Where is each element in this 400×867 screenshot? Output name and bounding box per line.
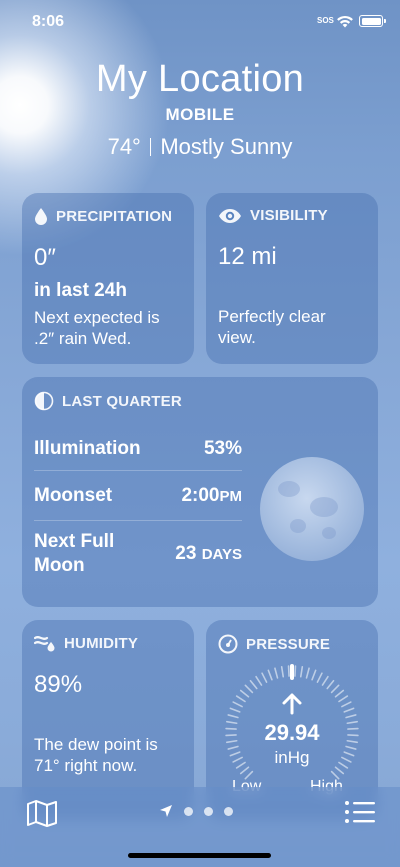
gauge-tick: [229, 707, 241, 713]
gauge-tick: [316, 672, 323, 683]
moon-details: Illumination 53% Moonset 2:00PM Next Ful…: [34, 427, 242, 587]
pressure-title: PRESSURE: [246, 635, 331, 653]
gauge-tick: [267, 669, 273, 681]
pressure-header: PRESSURE: [218, 634, 366, 654]
current-conditions: 74° Mostly Sunny: [0, 133, 400, 161]
visibility-distance: 12 mi: [218, 243, 277, 270]
location-title: My Location: [95, 58, 305, 100]
list-icon[interactable]: [344, 799, 376, 825]
moon-row-value: 23 DAYS: [175, 543, 242, 565]
gauge-tick: [239, 766, 250, 775]
days-suffix: DAYS: [201, 546, 242, 563]
gauge-tick: [311, 669, 317, 681]
moon-row-label: Moonset: [34, 484, 113, 506]
sos-indicator: SOS: [317, 16, 334, 25]
page-dot: [224, 806, 233, 816]
gauge-tick: [261, 672, 268, 683]
moon-phase-title: LAST QUARTER: [62, 392, 182, 410]
gauge-tick: [334, 689, 345, 698]
days-count: 23: [175, 543, 197, 564]
page-dot: [204, 806, 213, 816]
status-bar: 8:06 SOS: [0, 0, 400, 46]
gauge-tick: [326, 679, 335, 690]
moonset-time: 2:00: [181, 484, 220, 506]
bottom-toolbar: [0, 787, 400, 867]
moonset-suffix: PM: [219, 487, 243, 505]
eye-icon: [219, 208, 241, 223]
precipitation-title: PRECIPITATION: [56, 207, 173, 225]
battery-icon: [359, 15, 386, 27]
visibility-title: VISIBILITY: [250, 207, 328, 224]
current-temperature: 74°: [107, 134, 141, 159]
separator: [149, 138, 152, 156]
status-time: 8:06: [32, 13, 65, 30]
precipitation-period: in last 24h: [34, 280, 127, 301]
visibility-header: VISIBILITY: [218, 207, 366, 224]
gauge-tick: [345, 714, 357, 719]
gauge-tick: [235, 695, 246, 703]
gauge-tick: [287, 665, 290, 677]
humidity-icon: [34, 636, 55, 652]
gauge-tick: [341, 701, 352, 708]
gauge-tick: [299, 666, 304, 678]
precipitation-card[interactable]: PRECIPITATION 0″ in last 24h Next expect…: [22, 193, 194, 364]
gauge-tick: [321, 675, 329, 686]
arrow-up-icon: [282, 693, 302, 715]
humidity-title: HUMIDITY: [64, 634, 139, 652]
gauge-tick: [343, 707, 355, 713]
weather-header: My Location MOBILE 74° Mostly Sunny: [0, 56, 400, 161]
moon-header: LAST QUARTER: [34, 391, 366, 411]
gauge-tick: [330, 684, 340, 694]
gauge-tick: [249, 679, 258, 690]
visibility-note: Perfectly clear view.: [218, 307, 326, 347]
moon-row-label: Illumination: [34, 437, 141, 459]
moon-row-illumination: Illumination 53%: [34, 427, 242, 471]
gauge-tick: [280, 666, 285, 678]
visibility-card[interactable]: VISIBILITY 12 mi Perfectly clear view.: [206, 193, 378, 364]
gauge-tick: [294, 665, 297, 677]
page-dot: [184, 806, 193, 816]
gauge-icon: [218, 634, 238, 654]
city-name: MOBILE: [165, 105, 235, 124]
condition-text: Mostly Sunny: [160, 134, 293, 159]
gauge-tick: [338, 695, 349, 703]
map-icon[interactable]: [26, 799, 58, 827]
precipitation-amount: 0″: [34, 244, 56, 271]
gauge-tick: [305, 667, 310, 679]
moon-row-moonset: Moonset 2:00PM: [34, 471, 242, 521]
moon-row-label: Next Full Moon: [34, 531, 115, 576]
humidity-header: HUMIDITY: [34, 634, 182, 652]
gauge-tick: [227, 714, 239, 719]
gauge-tick: [255, 675, 263, 686]
moon-row-value: 2:00PM: [181, 485, 242, 507]
gauge-tick: [274, 667, 279, 679]
home-indicator[interactable]: [128, 853, 271, 858]
gauge-tick: [334, 766, 345, 775]
pressure-value: 29.94: [264, 720, 320, 745]
moon-row-value: 53%: [203, 437, 242, 459]
precipitation-header: PRECIPITATION: [34, 207, 182, 225]
pressure-unit: inHg: [274, 748, 310, 767]
gauge-tick: [239, 689, 250, 698]
page-indicator[interactable]: [159, 804, 233, 818]
humidity-note: The dew point is 71° right now.: [34, 735, 158, 775]
raindrop-icon: [35, 208, 47, 225]
gauge-tick: [232, 701, 243, 708]
gauge-tick: [244, 684, 254, 694]
humidity-value: 89%: [34, 671, 83, 698]
moon-card[interactable]: LAST QUARTER Illumination 53% Moonset 2:…: [22, 377, 378, 607]
wifi-icon: [337, 15, 353, 28]
moon-phase-icon: [34, 391, 54, 411]
location-arrow-icon: [160, 805, 172, 817]
moon-row-next-full: Next Full Moon 23 DAYS: [34, 521, 242, 587]
moon-image: [260, 457, 364, 561]
precipitation-note: Next expected is .2″ rain Wed.: [34, 308, 160, 348]
